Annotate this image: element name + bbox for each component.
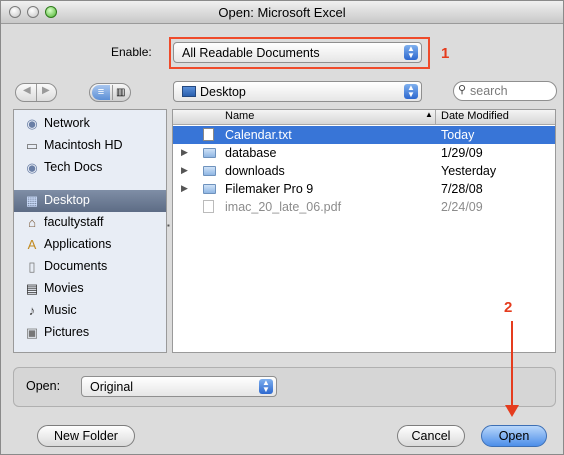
- new-folder-button[interactable]: New Folder: [37, 425, 135, 447]
- sidebar-item-network[interactable]: ◉ Network: [14, 113, 166, 135]
- sort-ascending-icon: ▲: [425, 110, 433, 119]
- search-placeholder: search: [470, 84, 508, 98]
- open-options-panel: Open: Original ▲ ▼: [13, 367, 556, 407]
- open-options-value: Original: [90, 380, 134, 394]
- documents-icon: ▯: [28, 259, 36, 274]
- file-row-database[interactable]: ▶ database 1/29/09: [173, 144, 555, 162]
- column-header-date-modified[interactable]: Date Modified: [441, 110, 509, 122]
- popup-stepper-icon: ▲ ▼: [259, 379, 273, 394]
- file-row-filemaker[interactable]: ▶ Filemaker Pro 9 7/28/08: [173, 180, 555, 198]
- sidebar-item-pictures[interactable]: ▣ Pictures: [14, 322, 166, 344]
- home-icon: ⌂: [28, 215, 36, 230]
- sidebar-item-music[interactable]: ♪ Music: [14, 300, 166, 322]
- window-title: Open: Microsoft Excel: [218, 5, 346, 20]
- music-icon: ♪: [28, 303, 36, 318]
- file-list: Name ▲ Date Modified Calendar.txt Today …: [172, 109, 556, 353]
- sidebar-item-movies[interactable]: ▤ Movies: [14, 278, 166, 300]
- location-popup[interactable]: Desktop ▲ ▼: [173, 81, 422, 102]
- sidebar-item-label: Movies: [44, 281, 84, 295]
- sidebar-item-documents[interactable]: ▯ Documents: [14, 256, 166, 278]
- pictures-icon: ▣: [25, 325, 39, 340]
- network-icon: ◉: [26, 116, 38, 131]
- open-options-label: Open:: [26, 379, 61, 393]
- open-options-popup[interactable]: Original ▲ ▼: [81, 376, 277, 397]
- back-arrow-icon[interactable]: ◀: [23, 85, 31, 96]
- disclosure-triangle-icon[interactable]: ▶: [181, 165, 188, 176]
- desktop-icon: ▦: [25, 193, 39, 208]
- file-row-calendar[interactable]: Calendar.txt Today: [173, 126, 555, 144]
- text-document-icon: [203, 128, 217, 142]
- sidebar-item-facultystaff[interactable]: ⌂ facultystaff: [14, 212, 166, 234]
- column-view-icon[interactable]: ▥: [116, 85, 125, 100]
- location-popup-value: Desktop: [200, 85, 246, 99]
- sidebar-item-label: Documents: [44, 259, 108, 273]
- sidebar-item-applications[interactable]: A Applications: [14, 234, 166, 256]
- back-forward-control: ◀ ▶: [15, 83, 57, 102]
- desktop-icon: [182, 86, 196, 97]
- annotation-arrow-icon: [505, 405, 519, 417]
- folder-icon: [203, 164, 217, 178]
- file-name: database: [225, 146, 277, 160]
- movies-icon: ▤: [25, 281, 39, 296]
- annotation-highlight-box: [169, 37, 430, 69]
- disclosure-triangle-icon[interactable]: ▶: [181, 147, 188, 158]
- open-button[interactable]: Open: [481, 425, 547, 447]
- enable-label: Enable:: [111, 45, 152, 59]
- file-name: Calendar.txt: [225, 128, 292, 142]
- file-date: 1/29/09: [441, 146, 483, 160]
- sidebar-item-label: Pictures: [44, 325, 90, 339]
- hard-drive-icon: ▭: [25, 138, 39, 153]
- disclosure-triangle-icon[interactable]: ▶: [181, 183, 188, 194]
- cancel-button[interactable]: Cancel: [397, 425, 465, 447]
- sidebar-item-label: Music: [44, 303, 77, 317]
- sidebar-item-label: facultystaff: [44, 215, 104, 229]
- annotation-step-1: 1: [441, 45, 450, 62]
- sidebar-item-label: Applications: [44, 237, 112, 251]
- file-date: Yesterday: [441, 164, 497, 178]
- file-name: imac_20_late_06.pdf: [225, 200, 342, 214]
- sidebar-item-desktop[interactable]: ▦ Desktop: [14, 190, 166, 212]
- column-header-name[interactable]: Name: [225, 110, 254, 122]
- folder-icon: [203, 146, 217, 160]
- file-name: Filemaker Pro 9: [225, 182, 314, 196]
- annotation-arrow-line: [511, 321, 513, 411]
- annotation-step-2: 2: [504, 299, 513, 316]
- sidebar-item-tech-docs[interactable]: ◉ Tech Docs: [14, 157, 166, 179]
- forward-arrow-icon[interactable]: ▶: [42, 85, 50, 96]
- list-view-icon[interactable]: ≡: [92, 85, 110, 100]
- resize-grip-icon: ▪: [167, 221, 170, 230]
- file-date: Today: [441, 128, 475, 142]
- title-bar: Open: Microsoft Excel: [1, 1, 563, 24]
- sidebar-resize-handle[interactable]: ▪: [167, 109, 171, 353]
- file-date: 7/28/08: [441, 182, 483, 196]
- sidebar-item-macintosh-hd[interactable]: ▭ Macintosh HD: [14, 135, 166, 157]
- sidebar-item-label: Macintosh HD: [44, 138, 123, 152]
- popup-stepper-icon: ▲ ▼: [404, 84, 418, 99]
- search-field[interactable]: ⚲ search: [453, 81, 557, 101]
- pdf-document-icon: [203, 200, 217, 214]
- applications-icon: A: [27, 237, 37, 252]
- sidebar: ◉ Network ▭ Macintosh HD ◉ Tech Docs ▦ D…: [13, 109, 167, 353]
- file-date: 2/24/09: [441, 200, 483, 214]
- sidebar-item-label: Network: [44, 116, 90, 130]
- sidebar-item-label: Tech Docs: [44, 160, 103, 174]
- view-mode-control: ≡ ▥: [89, 83, 131, 102]
- folder-icon: [203, 182, 217, 196]
- search-icon: ⚲: [458, 84, 467, 96]
- column-header-bar: Name ▲ Date Modified: [173, 110, 555, 125]
- file-row-downloads[interactable]: ▶ downloads Yesterday: [173, 162, 555, 180]
- sidebar-item-label: Desktop: [44, 193, 90, 207]
- open-dialog-window: Open: Microsoft Excel Enable: All Readab…: [0, 0, 564, 455]
- file-row-imac-pdf: imac_20_late_06.pdf 2/24/09: [173, 198, 555, 216]
- network-volume-icon: ◉: [26, 160, 38, 175]
- file-name: downloads: [225, 164, 285, 178]
